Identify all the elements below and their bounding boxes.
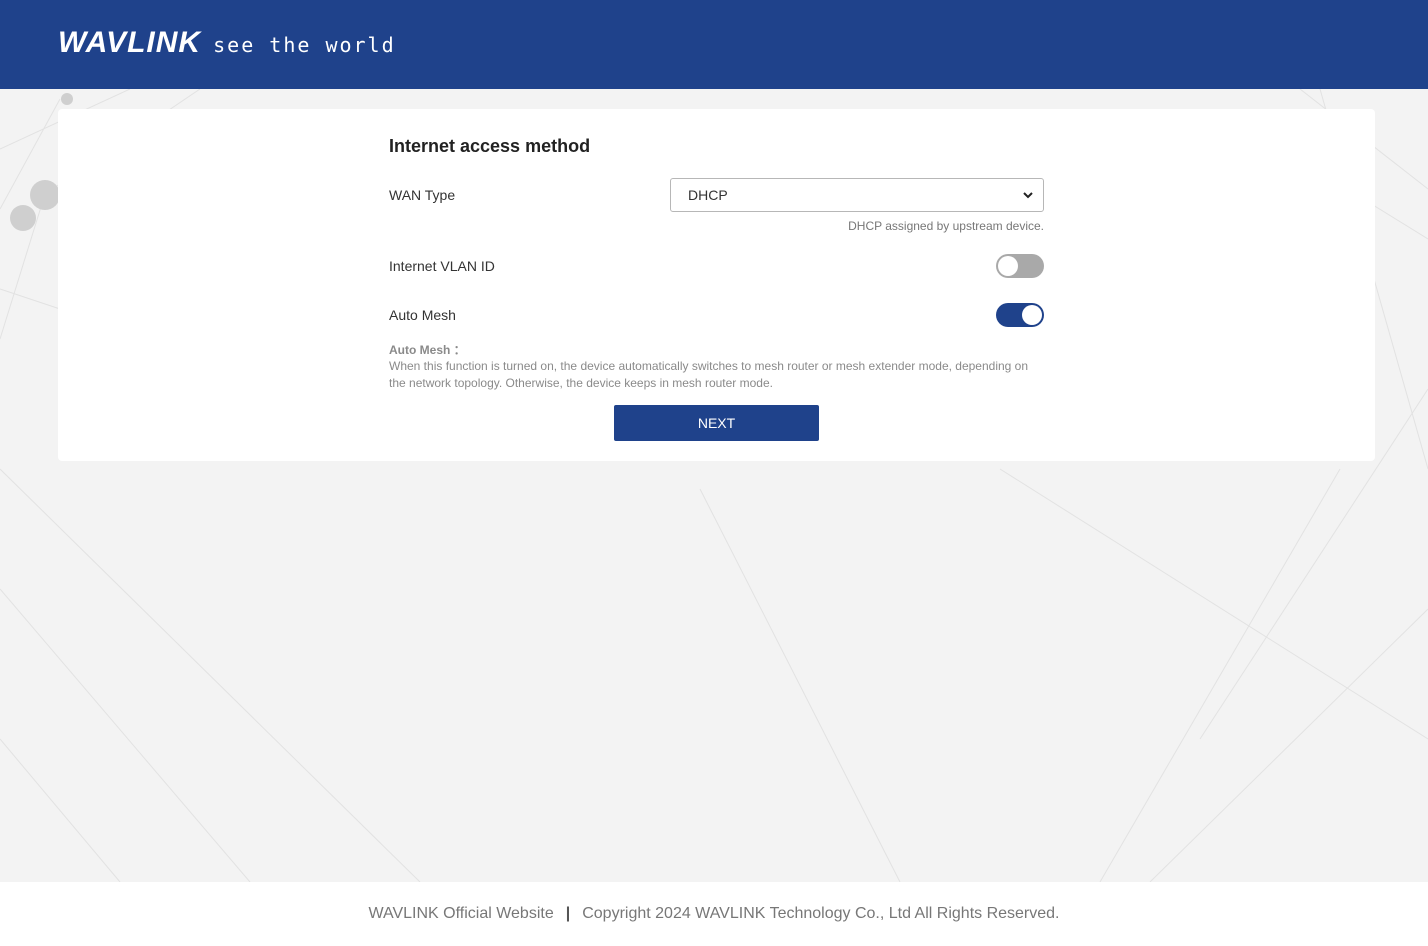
chevron-down-icon	[1023, 192, 1033, 199]
wan-type-select[interactable]: DHCP	[670, 178, 1044, 212]
copyright-text: Copyright 2024 WAVLINK Technology Co., L…	[582, 905, 1060, 922]
logo-slogan: see the world	[213, 33, 396, 57]
auto-mesh-note-title: Auto Mesh ：	[389, 343, 466, 357]
wavlink-logo: WAVLINK see the world	[58, 28, 396, 58]
page-title: Internet access method	[389, 136, 591, 156]
logo-brand: WAVLINK	[58, 26, 202, 59]
footer-separator: |	[565, 905, 571, 922]
toggle-knob	[1022, 305, 1042, 325]
wan-type-hint: DHCP assigned by upstream device.	[848, 219, 1044, 233]
vlan-label: Internet VLAN ID	[389, 258, 495, 274]
vlan-toggle[interactable]	[996, 254, 1044, 278]
wan-type-value: DHCP	[688, 187, 728, 203]
setup-card: Internet access method WAN Type DHCP DHC…	[58, 109, 1375, 461]
official-website-link[interactable]: WAVLINK Official Website	[368, 905, 553, 923]
page-footer: WAVLINK Official Website | Copyright 202…	[0, 882, 1428, 946]
top-header: WAVLINK see the world	[0, 0, 1428, 89]
auto-mesh-note-text: When this function is turned on, the dev…	[389, 359, 1029, 390]
toggle-knob	[998, 256, 1018, 276]
auto-mesh-label: Auto Mesh	[389, 307, 456, 323]
next-button[interactable]: NEXT	[614, 405, 819, 441]
auto-mesh-toggle[interactable]	[996, 303, 1044, 327]
wan-type-label: WAN Type	[389, 187, 456, 203]
